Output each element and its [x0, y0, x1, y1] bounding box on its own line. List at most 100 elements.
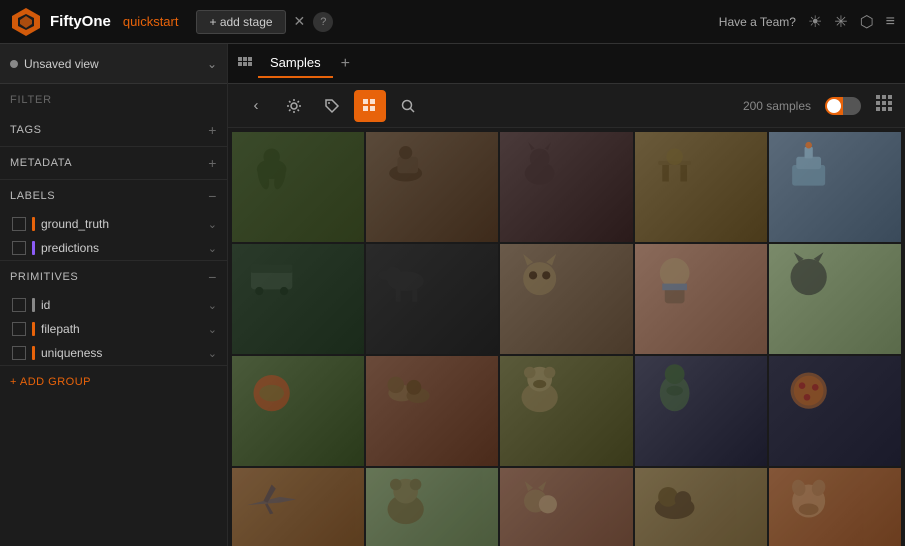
uniqueness-color-bar: [32, 346, 35, 360]
primitives-group-header[interactable]: PRIMITIVES −: [0, 261, 227, 293]
view-chevron-icon: ⌄: [207, 57, 217, 71]
sidebar-group-metadata: METADATA +: [0, 147, 227, 180]
grid-cell[interactable]: [366, 132, 498, 242]
toggle-thumb: [827, 99, 841, 113]
predictions-checkbox[interactable]: [12, 241, 26, 255]
grid-cell[interactable]: [635, 244, 767, 354]
uniqueness-label: uniqueness: [41, 346, 202, 360]
primitives-toggle-icon[interactable]: −: [208, 269, 217, 285]
tabs-bar: Samples +: [228, 44, 905, 84]
labels-toggle-icon[interactable]: −: [208, 188, 217, 204]
asterisk-icon[interactable]: ✳: [834, 12, 847, 32]
help-icon[interactable]: ?: [313, 12, 333, 32]
grid-cell[interactable]: [232, 468, 364, 546]
grid-cell[interactable]: [769, 356, 901, 466]
tags-add-icon[interactable]: +: [208, 122, 217, 138]
id-checkbox[interactable]: [12, 298, 26, 312]
app-logo: [10, 6, 42, 38]
grid-cell[interactable]: [232, 244, 364, 354]
app-subtitle: quickstart: [123, 14, 179, 29]
labels-group-header[interactable]: LABELS −: [0, 180, 227, 212]
app-name: FiftyOne: [50, 13, 111, 30]
main-body: Unsaved view ⌄ FILTER TAGS + METADATA + …: [0, 44, 905, 546]
filepath-label: filepath: [41, 322, 202, 336]
topbar: FiftyOne quickstart + add stage ✕ ? Have…: [0, 0, 905, 44]
view-toggle[interactable]: [825, 97, 861, 115]
filepath-checkbox[interactable]: [12, 322, 26, 336]
predictions-label: predictions: [41, 241, 202, 255]
settings-icon: [286, 98, 302, 114]
github-icon[interactable]: ⬡: [860, 12, 874, 32]
labels-item-predictions[interactable]: predictions ⌄: [0, 236, 227, 260]
grid-cell[interactable]: [635, 356, 767, 466]
primitives-group-title: PRIMITIVES: [10, 271, 208, 283]
grid-dots-icon: [238, 57, 252, 71]
uniqueness-checkbox[interactable]: [12, 346, 26, 360]
id-color-bar: [32, 298, 35, 312]
id-chevron-icon[interactable]: ⌄: [208, 299, 217, 312]
metadata-group-header[interactable]: METADATA +: [0, 147, 227, 179]
uniqueness-chevron-icon[interactable]: ⌄: [208, 347, 217, 360]
back-icon: ‹: [254, 97, 259, 114]
primitives-item-uniqueness[interactable]: uniqueness ⌄: [0, 341, 227, 365]
labels-item-ground-truth[interactable]: ground_truth ⌄: [0, 212, 227, 236]
tags-group-header[interactable]: TAGS +: [0, 114, 227, 146]
grid-select-button[interactable]: [354, 90, 386, 122]
filter-section: FILTER: [0, 84, 227, 114]
sample-count: 200 samples: [743, 99, 811, 113]
predictions-color-bar: [32, 241, 35, 255]
ground-truth-chevron-icon[interactable]: ⌄: [208, 218, 217, 231]
have-team-label: Have a Team?: [719, 15, 796, 29]
ground-truth-checkbox[interactable]: [12, 217, 26, 231]
grid-cell[interactable]: [232, 132, 364, 242]
settings-button[interactable]: [278, 90, 310, 122]
add-stage-button[interactable]: + add stage: [196, 10, 285, 34]
grid-cell[interactable]: [500, 356, 632, 466]
grid-select-icon: [362, 98, 378, 114]
sun-icon[interactable]: ☀: [808, 12, 822, 32]
tag-button[interactable]: [316, 90, 348, 122]
close-icon[interactable]: ✕: [294, 13, 306, 30]
predictions-chevron-icon[interactable]: ⌄: [208, 242, 217, 255]
grid-cell[interactable]: [769, 244, 901, 354]
grid-cell[interactable]: [500, 468, 632, 546]
metadata-group-title: METADATA: [10, 157, 208, 169]
grid-cell[interactable]: [769, 132, 901, 242]
search-button[interactable]: [392, 90, 424, 122]
grid-cell[interactable]: [366, 356, 498, 466]
view-name: Unsaved view: [24, 57, 201, 71]
add-stage-label: + add stage: [209, 15, 272, 29]
filepath-chevron-icon[interactable]: ⌄: [208, 323, 217, 336]
toolbar: ‹: [228, 84, 905, 128]
tab-samples[interactable]: Samples: [258, 49, 333, 78]
tag-icon: [324, 98, 340, 114]
menu-icon[interactable]: ≡: [886, 13, 895, 31]
ground-truth-label: ground_truth: [41, 217, 202, 231]
ground-truth-color-bar: [32, 217, 35, 231]
sidebar-group-primitives: PRIMITIVES − id ⌄ filepath ⌄ uniqueness …: [0, 261, 227, 366]
metadata-add-icon[interactable]: +: [208, 155, 217, 171]
tab-samples-label: Samples: [270, 55, 321, 70]
sidebar-group-tags: TAGS +: [0, 114, 227, 147]
toggle-container[interactable]: [825, 97, 861, 115]
grid-cell[interactable]: [232, 356, 364, 466]
view-selector[interactable]: Unsaved view ⌄: [0, 44, 227, 84]
grid-cell[interactable]: [769, 468, 901, 546]
grid-cell[interactable]: [500, 244, 632, 354]
image-grid: [228, 128, 905, 546]
grid-cell[interactable]: [635, 468, 767, 546]
primitives-item-filepath[interactable]: filepath ⌄: [0, 317, 227, 341]
primitives-item-id[interactable]: id ⌄: [0, 293, 227, 317]
add-group-button[interactable]: + ADD GROUP: [0, 366, 227, 398]
grid-cell[interactable]: [500, 132, 632, 242]
grid-cell[interactable]: [366, 244, 498, 354]
view-dot: [10, 60, 18, 68]
tab-add-button[interactable]: +: [335, 55, 356, 73]
grid-view-icon[interactable]: [875, 94, 893, 117]
grid-cell[interactable]: [635, 132, 767, 242]
grid-cell[interactable]: [366, 468, 498, 546]
id-label: id: [41, 298, 202, 312]
back-button[interactable]: ‹: [240, 90, 272, 122]
filter-label: FILTER: [10, 94, 217, 106]
tags-group-title: TAGS: [10, 124, 208, 136]
